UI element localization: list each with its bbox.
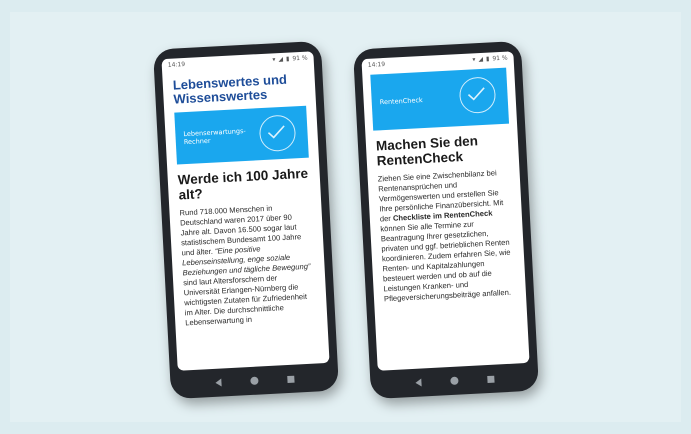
status-icons: ▾ ◢ ▮ 91 %	[272, 54, 308, 63]
phone-left-screen[interactable]: 14:19 ▾ ◢ ▮ 91 % Lebenswertes und Wissen…	[161, 51, 330, 371]
back-icon[interactable]	[214, 378, 222, 387]
battery-icon: ▮	[285, 55, 290, 63]
phone-right-screen[interactable]: 14:19 ▾ ◢ ▮ 91 % RentenCheck Machen Sie …	[361, 51, 530, 371]
home-icon[interactable]	[449, 376, 459, 386]
battery-level: 91 %	[292, 54, 308, 62]
phone-right: 14:19 ▾ ◢ ▮ 91 % RentenCheck Machen Sie …	[352, 40, 540, 400]
lebenserwartungs-rechner-banner[interactable]: Lebenserwartungs-Rechner	[174, 105, 309, 165]
rentencheck-banner[interactable]: RentenCheck	[370, 67, 510, 131]
content: RentenCheck Machen Sie den RentenCheck Z…	[362, 63, 526, 305]
body-part-2: sind laut Altersforschern der Universitä…	[182, 273, 308, 328]
status-time: 14:19	[167, 60, 186, 69]
article-body: Rund 718.000 Menschen in Deutschland war…	[179, 202, 317, 329]
back-icon[interactable]	[414, 378, 422, 387]
banner-label: Lebenserwartungs-Rechner	[183, 126, 246, 147]
background-panel	[10, 12, 681, 422]
check-circle-icon	[458, 76, 497, 115]
recent-apps-icon[interactable]	[486, 375, 495, 383]
stage: 14:19 ▾ ◢ ▮ 91 % Lebenswertes und Wissen…	[0, 0, 691, 434]
navigation-bar	[370, 368, 539, 393]
article-title: Werde ich 100 Jahre alt?	[177, 165, 309, 203]
battery-icon: ▮	[485, 55, 490, 63]
wifi-icon: ▾	[472, 55, 476, 63]
body-part-2: können Sie alle Termine zur Beantragung …	[380, 219, 512, 304]
article-title: Machen Sie den RentenCheck	[375, 133, 479, 169]
battery-level: 91 %	[492, 54, 508, 62]
signal-icon: ◢	[278, 55, 284, 63]
recent-apps-icon[interactable]	[286, 375, 295, 383]
content: Lebenswertes und Wissenswertes Lebenserw…	[162, 63, 327, 329]
status-time: 14:19	[367, 60, 386, 69]
section-heading: Lebenswertes und Wissenswertes	[172, 71, 288, 107]
phone-left: 14:19 ▾ ◢ ▮ 91 % Lebenswertes und Wissen…	[152, 40, 340, 400]
wifi-icon: ▾	[272, 55, 276, 63]
signal-icon: ◢	[478, 55, 484, 63]
navigation-bar	[170, 368, 339, 393]
check-circle-icon	[258, 114, 297, 153]
home-icon[interactable]	[249, 376, 259, 386]
status-icons: ▾ ◢ ▮ 91 %	[472, 54, 508, 63]
banner-label: RentenCheck	[379, 96, 423, 107]
article-body: Ziehen Sie eine Zwischenbilanz bei Rente…	[378, 168, 517, 305]
